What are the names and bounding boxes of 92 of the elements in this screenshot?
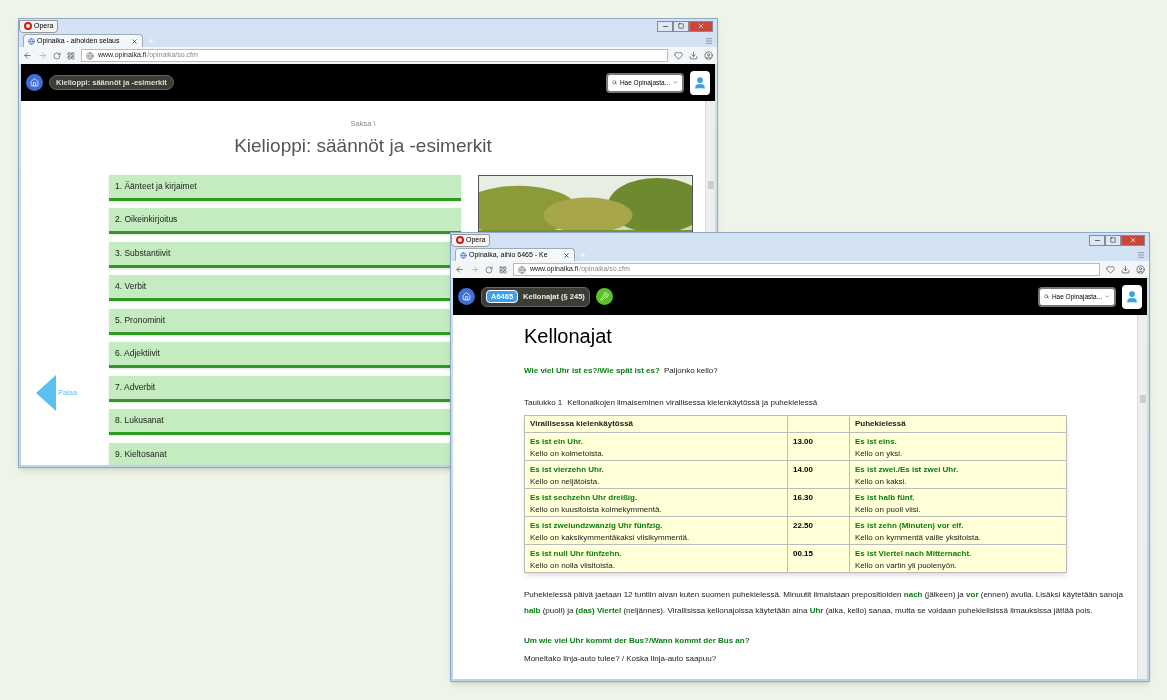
finnish-phrase: Kello on puoli viisi. — [855, 504, 922, 516]
speed-dial-icon[interactable] — [67, 51, 75, 60]
site-icon — [460, 251, 467, 259]
wrench-icon — [599, 292, 609, 301]
home-button[interactable] — [458, 288, 475, 305]
finnish-phrase: Kello on kaksi. — [855, 476, 908, 488]
column-header: Virallisessa kielenkäytössä — [524, 415, 788, 433]
search-icon — [612, 79, 617, 86]
search-icon — [1044, 293, 1049, 300]
paragraph: Puhekielessä päivä jaetaan 12 tuntiin aivan kuten suomen puhekielessä. Minuutit ilmaistaan prepositioiden nach (jälkeen) ja vor (ennen) avulla. Lisäksi käytetään sanoja halb (puoli) ja (das) Viertel (neljännes). Virallisissa kellonajoissa käytetään aina Uhr (aika, kello) sanaa, mutta se voidaan puhekielisissä ilmauksissa jättää pois. — [524, 589, 1124, 617]
german-phrase: Es ist eins. — [855, 436, 898, 448]
site-icon — [28, 37, 35, 45]
chapter-item[interactable]: 2. Oikeinkirjoitus — [109, 208, 461, 235]
reload-icon[interactable] — [485, 265, 493, 274]
back-icon[interactable] — [455, 265, 464, 274]
chapter-item[interactable]: 7. Adverbit — [109, 375, 451, 402]
download-icon[interactable] — [689, 51, 698, 60]
german-question: Wie viel Uhr ist es?/Wie spät ist es? — [524, 365, 660, 377]
account-icon[interactable] — [704, 51, 713, 60]
globe-icon — [86, 51, 94, 60]
tab-menu-icon[interactable] — [1137, 251, 1145, 259]
chapter-item[interactable]: 1. Äänteet ja kirjaimet — [109, 174, 461, 201]
home-button[interactable] — [26, 74, 43, 91]
finnish-translation: Moneltako linja-auto tulee? / Koska linja-auto saapuu? — [524, 653, 718, 665]
opera-logo-icon — [456, 236, 464, 244]
time-value: 16.30 — [793, 493, 814, 502]
german-phrase: Es ist vierzehn Uhr. — [530, 464, 605, 476]
german-question: Um wie viel Uhr kommt der Bus?/Wann kommt der Bus an? — [524, 635, 751, 647]
finnish-phrase: Kello on kymmentä vaille yksitoista. — [855, 532, 982, 544]
finnish-phrase: Kello on kolmetoista. — [530, 448, 605, 460]
chapter-item[interactable]: 8. Lukusanat — [109, 409, 451, 436]
reload-icon[interactable] — [53, 51, 61, 60]
german-phrase: Es ist null Uhr fünfzehn. — [530, 548, 623, 560]
time-value: 00.15 — [793, 549, 814, 558]
finnish-phrase: Kello on kaksikymmentäkaksi viisikymmentä. — [530, 532, 691, 544]
finnish-phrase: Kello on nolla viisitoista. — [530, 560, 616, 572]
tab-menu-icon[interactable] — [705, 37, 713, 45]
maximize-button[interactable] — [1105, 234, 1121, 246]
time-value: 14.00 — [793, 465, 814, 474]
finnish-phrase: Kello on vartin yli puolenyön. — [855, 560, 958, 572]
finnish-phrase: Kello on yksi. — [855, 448, 904, 460]
table-caption-label: Taulukko 1 — [524, 397, 563, 409]
download-icon[interactable] — [1121, 265, 1130, 274]
maximize-icon — [678, 23, 684, 29]
finnish-phrase: Kello on kuusitoista kolmekymmentä. — [530, 504, 663, 516]
time-value: 13.00 — [793, 437, 814, 446]
home-icon — [462, 292, 471, 301]
heart-icon[interactable] — [674, 51, 683, 60]
account-icon[interactable] — [1136, 265, 1145, 274]
column-header: Puhekielessä — [849, 415, 1067, 433]
user-avatar[interactable] — [1122, 284, 1142, 309]
minimize-button[interactable] — [1089, 234, 1105, 246]
close-tab-icon[interactable] — [131, 37, 138, 45]
scrollbar[interactable] — [705, 101, 715, 234]
minimize-button[interactable] — [657, 20, 673, 32]
close-tab-icon[interactable] — [563, 251, 570, 259]
chapter-item[interactable]: 9. Kieltosanat — [109, 442, 451, 465]
back-icon[interactable] — [23, 51, 32, 60]
left-arrow-icon — [36, 374, 56, 411]
chapter-item[interactable]: 5. Pronominit — [109, 308, 451, 335]
german-phrase: Es ist Viertel nach Mitternacht. — [855, 548, 973, 560]
german-phrase: Es ist sechzehn Uhr dreißig. — [530, 492, 639, 504]
time-value: 22.50 — [793, 521, 814, 530]
user-avatar[interactable] — [690, 70, 710, 95]
german-phrase: Es ist halb fünf. — [855, 492, 916, 504]
maximize-button[interactable] — [673, 20, 689, 32]
finnish-translation: Paljonko kello? — [663, 365, 718, 377]
caret-icon[interactable] — [673, 79, 678, 86]
opera-logo-icon — [24, 22, 32, 30]
caret-icon[interactable] — [1105, 293, 1110, 300]
german-phrase: Es ist ein Uhr. — [530, 436, 584, 448]
wrench-button[interactable] — [595, 288, 613, 305]
maximize-icon — [1110, 237, 1116, 243]
page-heading: Kellonajat — [524, 324, 613, 349]
globe-icon — [518, 265, 526, 274]
home-icon — [30, 78, 39, 87]
speed-dial-icon[interactable] — [499, 265, 507, 274]
finnish-phrase: Kello on neljätoista. — [530, 476, 601, 488]
german-phrase: Es ist zweiundzwanzig Uhr fünfzig. — [530, 520, 664, 532]
chapter-item[interactable]: 3. Substantiivit — [109, 241, 451, 268]
chapter-item[interactable]: 6. Adjektiivit — [109, 342, 451, 369]
chapter-item[interactable]: 4. Verbit — [109, 275, 451, 302]
close-icon — [1129, 236, 1137, 244]
close-button[interactable] — [689, 20, 713, 32]
german-phrase: Es ist zehn (Minuten) vor elf. — [855, 520, 965, 532]
scrollbar[interactable] — [1137, 315, 1147, 679]
close-button[interactable] — [1121, 234, 1145, 246]
page-heading: Kielioppi: säännöt ja -esimerkit — [234, 134, 492, 159]
close-icon — [697, 22, 705, 30]
german-phrase: Es ist zwei./Es ist zwei Uhr. — [855, 464, 960, 476]
table-caption: Kellonaikojen ilmaiseminen virallisessa kielenkäytössä ja puhekielessä — [567, 397, 818, 409]
heart-icon[interactable] — [1106, 265, 1115, 274]
